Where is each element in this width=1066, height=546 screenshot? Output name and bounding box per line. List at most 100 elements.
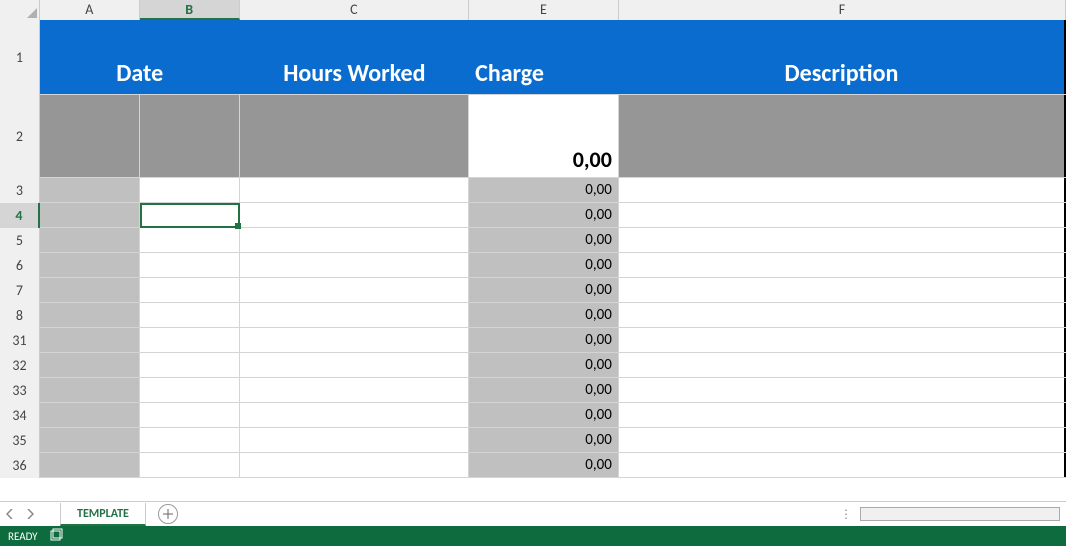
horizontal-scrollbar[interactable] (860, 507, 1060, 521)
cell-A7[interactable] (40, 278, 140, 302)
cell-A8[interactable] (40, 303, 140, 327)
cell-F2[interactable] (619, 95, 1066, 177)
cell-E32[interactable]: 0,00 (469, 353, 619, 377)
row-header-2[interactable]: 2 (0, 95, 40, 178)
cell-A35[interactable] (40, 428, 140, 452)
cell-A6[interactable] (40, 253, 140, 277)
macro-record-icon[interactable] (50, 528, 64, 545)
cell-B6[interactable] (140, 253, 240, 277)
col-header-A[interactable]: A (40, 0, 140, 20)
cell-A3[interactable] (40, 178, 140, 202)
cell-B3[interactable] (140, 178, 240, 202)
cell-B35[interactable] (140, 428, 240, 452)
cell-B33[interactable] (140, 378, 240, 402)
cell-F32[interactable] (619, 353, 1066, 377)
cell-E4[interactable]: 0,00 (469, 203, 619, 227)
sheet-tab-template[interactable]: TEMPLATE (60, 503, 146, 526)
cell-E34[interactable]: 0,00 (469, 403, 619, 427)
table-row: 360,00 (0, 453, 1066, 478)
cell-C32[interactable] (240, 353, 470, 377)
row-header-31[interactable]: 31 (0, 328, 40, 353)
cell-C33[interactable] (240, 378, 470, 402)
row-header-6[interactable]: 6 (0, 253, 40, 278)
row-header-4[interactable]: 4 (0, 203, 40, 228)
cell-E36[interactable]: 0,00 (469, 453, 619, 477)
cell-B4[interactable] (140, 203, 240, 227)
cell-A32[interactable] (40, 353, 140, 377)
cell-F36[interactable] (619, 453, 1066, 477)
cell-F3[interactable] (619, 178, 1066, 202)
cell-C31[interactable] (240, 328, 470, 352)
cell-C36[interactable] (240, 453, 470, 477)
cell-A31[interactable] (40, 328, 140, 352)
cell-C34[interactable] (240, 403, 470, 427)
cell-C2[interactable] (240, 95, 470, 177)
cell-C35[interactable] (240, 428, 470, 452)
header-hours[interactable]: Hours Worked (240, 20, 470, 94)
row-header-7[interactable]: 7 (0, 278, 40, 303)
cell-C7[interactable] (240, 278, 470, 302)
cell-E31[interactable]: 0,00 (469, 328, 619, 352)
row-header-1[interactable]: 1 (0, 20, 40, 95)
header-date[interactable]: Date (40, 20, 240, 94)
cell-E35[interactable]: 0,00 (469, 428, 619, 452)
cell-C8[interactable] (240, 303, 470, 327)
status-ready: READY (8, 530, 38, 543)
cell-C3[interactable] (240, 178, 470, 202)
cell-A34[interactable] (40, 403, 140, 427)
row-header-32[interactable]: 32 (0, 353, 40, 378)
tab-next-icon[interactable] (24, 504, 36, 524)
row-header-34[interactable]: 34 (0, 403, 40, 428)
cell-A2[interactable] (40, 95, 140, 177)
cell-E3[interactable]: 0,00 (469, 178, 619, 202)
tab-prev-icon[interactable] (4, 504, 16, 524)
cell-F33[interactable] (619, 378, 1066, 402)
cell-F4[interactable] (619, 203, 1066, 227)
cell-E6[interactable]: 0,00 (469, 253, 619, 277)
cell-A36[interactable] (40, 453, 140, 477)
cell-F34[interactable] (619, 403, 1066, 427)
cell-F7[interactable] (619, 278, 1066, 302)
cell-A33[interactable] (40, 378, 140, 402)
cell-E7[interactable]: 0,00 (469, 278, 619, 302)
cell-B31[interactable] (140, 328, 240, 352)
cell-F31[interactable] (619, 328, 1066, 352)
cell-E2[interactable]: 0,00 (469, 95, 619, 177)
cell-B7[interactable] (140, 278, 240, 302)
cell-E5[interactable]: 0,00 (469, 228, 619, 252)
cell-C6[interactable] (240, 253, 470, 277)
cell-B34[interactable] (140, 403, 240, 427)
cell-E33[interactable]: 0,00 (469, 378, 619, 402)
table-row: 350,00 (0, 428, 1066, 453)
row-header-36[interactable]: 36 (0, 453, 40, 478)
cell-F5[interactable] (619, 228, 1066, 252)
header-description[interactable]: Description (619, 20, 1066, 94)
cell-B5[interactable] (140, 228, 240, 252)
row-header-8[interactable]: 8 (0, 303, 40, 328)
cell-C4[interactable] (240, 203, 470, 227)
cell-B36[interactable] (140, 453, 240, 477)
header-charge[interactable]: Charge (469, 20, 619, 94)
row-header-5[interactable]: 5 (0, 228, 40, 253)
add-sheet-button[interactable] (158, 504, 178, 524)
select-all-corner[interactable] (0, 0, 40, 20)
cell-B2[interactable] (140, 95, 240, 177)
cell-B8[interactable] (140, 303, 240, 327)
cell-B32[interactable] (140, 353, 240, 377)
table-row: 40,00 (0, 203, 1066, 228)
row-header-3[interactable]: 3 (0, 178, 40, 203)
cell-A5[interactable] (40, 228, 140, 252)
col-header-F[interactable]: F (619, 0, 1066, 20)
cell-A4[interactable] (40, 203, 140, 227)
cell-F8[interactable] (619, 303, 1066, 327)
row-header-35[interactable]: 35 (0, 428, 40, 453)
col-header-E[interactable]: E (469, 0, 619, 20)
tab-split-handle[interactable]: ⋮ (840, 507, 854, 522)
cell-F35[interactable] (619, 428, 1066, 452)
row-header-33[interactable]: 33 (0, 378, 40, 403)
col-header-B[interactable]: B (140, 0, 240, 20)
col-header-C[interactable]: C (240, 0, 470, 20)
cell-C5[interactable] (240, 228, 470, 252)
cell-F6[interactable] (619, 253, 1066, 277)
cell-E8[interactable]: 0,00 (469, 303, 619, 327)
